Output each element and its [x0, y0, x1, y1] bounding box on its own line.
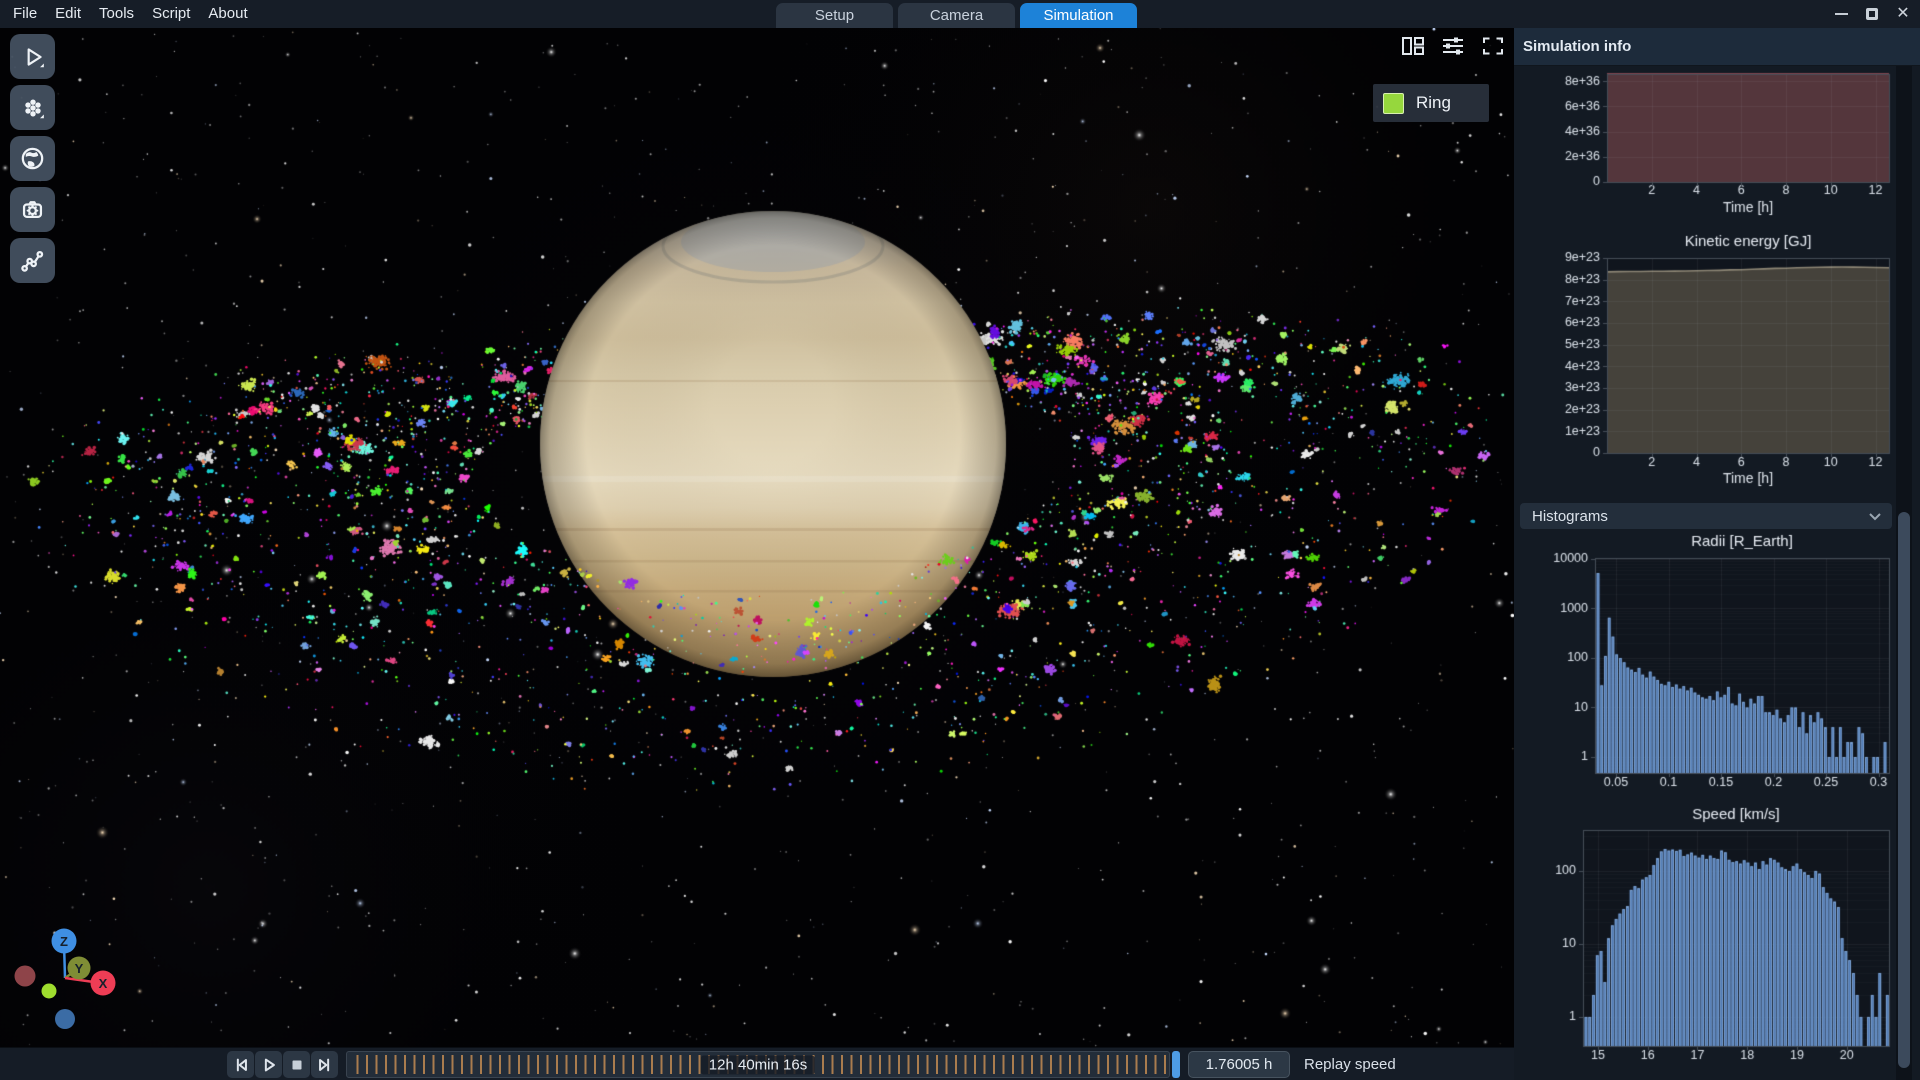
- timeline-handle[interactable]: [1172, 1051, 1180, 1078]
- orientation-gizmo[interactable]: Z Y X: [0, 923, 140, 1038]
- legend-ring[interactable]: Ring: [1373, 84, 1489, 122]
- graph-icon: [19, 247, 46, 274]
- panel-title: Simulation info: [1514, 28, 1920, 66]
- split-view-button[interactable]: [1400, 35, 1426, 57]
- skip-to-start-button[interactable]: [227, 1051, 254, 1078]
- skip-to-start-icon: [232, 1056, 250, 1074]
- replay-speed-label: Replay speed: [1304, 1048, 1396, 1080]
- gizmo-neg-x-ball[interactable]: [15, 966, 36, 987]
- display-settings-button[interactable]: [1440, 35, 1466, 57]
- scene-canvas[interactable]: [0, 28, 1514, 1047]
- playback-bar: 12h 40min 16s 1.76005 h Replay speed: [0, 1047, 1514, 1080]
- camera-gear-icon: [19, 196, 46, 223]
- play-button[interactable]: [255, 1051, 282, 1078]
- gizmo-neg-z-ball[interactable]: [55, 1009, 75, 1029]
- menu-tools[interactable]: Tools: [90, 0, 143, 28]
- tab-setup[interactable]: Setup: [776, 3, 893, 28]
- stop-button[interactable]: [283, 1051, 310, 1078]
- window-controls: ✕: [1830, 0, 1914, 28]
- menu-about[interactable]: About: [199, 0, 256, 28]
- play-tool-button[interactable]: [10, 34, 55, 79]
- fullscreen-button[interactable]: [1480, 35, 1506, 57]
- viewport-3d[interactable]: Ring Z Y X: [0, 28, 1514, 1047]
- graph-tool-button[interactable]: [10, 238, 55, 283]
- gizmo-x-label: X: [99, 976, 108, 991]
- minimize-icon: [1835, 13, 1848, 15]
- maximize-button[interactable]: [1861, 3, 1883, 25]
- menu-script[interactable]: Script: [143, 0, 199, 28]
- viewport-toolbar: [1400, 35, 1506, 57]
- scrollbar-thumb[interactable]: [1898, 512, 1910, 1068]
- side-toolbar: [10, 34, 55, 283]
- close-icon: ✕: [1896, 6, 1909, 22]
- skip-to-end-button[interactable]: [311, 1051, 338, 1078]
- legend-label: Ring: [1416, 93, 1451, 113]
- tab-simulation[interactable]: Simulation: [1020, 3, 1137, 28]
- tab-camera[interactable]: Camera: [898, 3, 1015, 28]
- menubar: File Edit Tools Script About: [4, 0, 257, 28]
- play-icon: [20, 44, 46, 70]
- gizmo-z-label: Z: [60, 934, 68, 949]
- titlebar: File Edit Tools Script About Setup Camer…: [0, 0, 1920, 28]
- charts-canvas[interactable]: [1514, 66, 1920, 1080]
- menu-file[interactable]: File: [4, 0, 46, 28]
- replay-speed-value[interactable]: 1.76005 h: [1188, 1051, 1290, 1078]
- gizmo-y-label: Y: [75, 961, 84, 976]
- simulation-info-panel: Simulation info Histograms: [1514, 28, 1920, 1080]
- histograms-label: Histograms: [1532, 508, 1608, 525]
- histograms-section-header[interactable]: Histograms: [1520, 503, 1892, 529]
- gizmo-neg-y-ball[interactable]: [42, 984, 57, 999]
- chevron-down-icon: [1868, 511, 1882, 521]
- minimize-button[interactable]: [1830, 3, 1852, 25]
- play-icon: [260, 1056, 278, 1074]
- skip-to-end-icon: [316, 1056, 334, 1074]
- timeline-time-label: 12h 40min 16s: [701, 1055, 815, 1074]
- menu-edit[interactable]: Edit: [46, 0, 90, 28]
- particles-tool-button[interactable]: [10, 85, 55, 130]
- timeline-track[interactable]: 12h 40min 16s: [346, 1051, 1170, 1078]
- legend-color-swatch: [1383, 93, 1404, 114]
- world-tool-button[interactable]: [10, 136, 55, 181]
- split-view-icon: [1401, 36, 1425, 56]
- camera-settings-tool-button[interactable]: [10, 187, 55, 232]
- particles-icon: [20, 95, 46, 121]
- close-button[interactable]: ✕: [1892, 3, 1914, 25]
- panel-scrollbar[interactable]: [1896, 66, 1912, 1080]
- sliders-icon: [1441, 36, 1465, 56]
- globe-icon: [19, 145, 46, 172]
- maximize-icon: [1866, 8, 1878, 20]
- fullscreen-icon: [1481, 36, 1505, 56]
- stop-icon: [288, 1056, 306, 1074]
